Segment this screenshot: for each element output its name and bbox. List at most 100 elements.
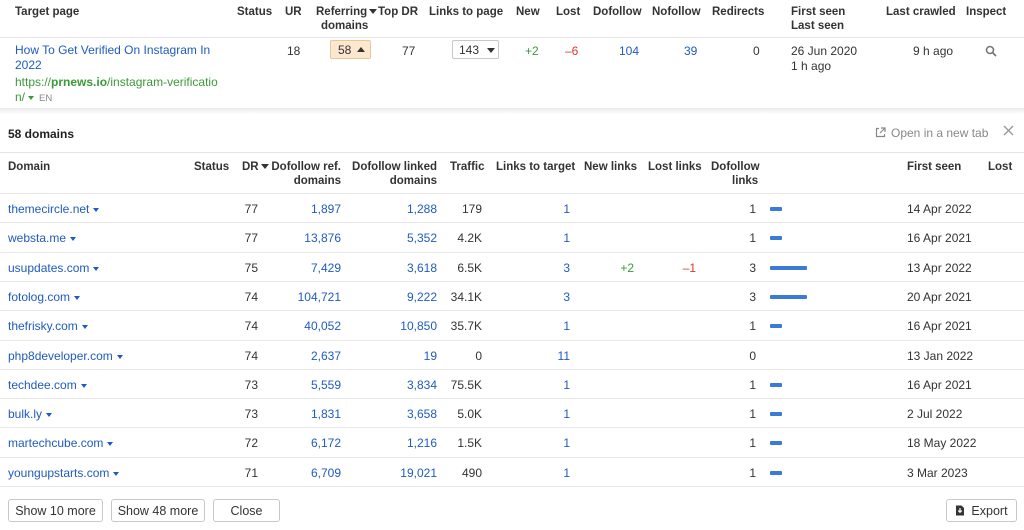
lost-links-value[interactable]: –1 [660, 261, 696, 275]
dofollow-linked-domains-value[interactable]: 10,850 [377, 319, 437, 333]
dofollow-linked-domains-value[interactable]: 9,222 [377, 290, 437, 304]
header-dofollow-links[interactable]: Dofollow links [711, 160, 760, 188]
domain-name: thefrisky.com [8, 319, 78, 333]
links-to-target-value[interactable]: 1 [540, 319, 570, 333]
dofollow-linked-domains-value[interactable]: 1,216 [377, 436, 437, 450]
dofollow-ref-domains-value[interactable]: 104,721 [280, 290, 341, 304]
header-top-dr[interactable]: Top DR [378, 5, 418, 19]
domain-dropdown-icon[interactable] [46, 412, 53, 417]
url-dropdown-icon[interactable] [28, 95, 35, 100]
domain-link[interactable]: thefrisky.com [8, 319, 88, 333]
dofollow-ref-domains-value[interactable]: 5,559 [280, 378, 341, 392]
show-10-more-button[interactable]: Show 10 more [8, 499, 103, 522]
header-new-links[interactable]: New links [584, 160, 637, 174]
divider [0, 152, 1024, 153]
dofollow-linked-domains-value[interactable]: 19,021 [377, 466, 437, 480]
dofollow-value[interactable]: 104 [619, 44, 639, 58]
domain-link[interactable]: websta.me [8, 231, 77, 245]
referring-domains-toggle[interactable]: 58 [330, 40, 371, 59]
header-links-to-page[interactable]: Links to page [429, 5, 503, 19]
links-to-target-value[interactable]: 1 [540, 436, 570, 450]
search-icon[interactable] [985, 45, 997, 60]
domain-link[interactable]: themecircle.net [8, 202, 100, 216]
domain-dropdown-icon[interactable] [93, 266, 100, 271]
header-dofollow-linked-domains[interactable]: Dofollow linked domains [347, 160, 437, 188]
links-to-target-value[interactable]: 11 [540, 349, 570, 363]
links-to-target-value[interactable]: 1 [540, 202, 570, 216]
dofollow-ref-domains-value[interactable]: 13,876 [280, 231, 341, 245]
domain-dropdown-icon[interactable] [93, 207, 100, 212]
dofollow-ref-domains-value[interactable]: 2,637 [280, 349, 341, 363]
header-ur[interactable]: UR [285, 5, 302, 19]
nofollow-value[interactable]: 39 [684, 44, 697, 58]
links-to-target-value[interactable]: 1 [540, 407, 570, 421]
header-status[interactable]: Status [237, 5, 272, 19]
dofollow-ref-domains-value[interactable]: 40,052 [280, 319, 341, 333]
close-icon[interactable] [1003, 124, 1014, 140]
links-to-page-select[interactable]: 143 [452, 40, 499, 59]
download-icon [956, 505, 965, 516]
domain-dropdown-icon[interactable] [81, 324, 88, 329]
header-domain[interactable]: Domain [8, 160, 50, 174]
links-to-target-value[interactable]: 1 [540, 378, 570, 392]
header-lost[interactable]: Lost [988, 160, 1012, 174]
header-target-page[interactable]: Target page [15, 5, 79, 19]
dofollow-links-value: 0 [749, 349, 756, 363]
dofollow-ref-domains-value[interactable]: 7,429 [280, 261, 341, 275]
dofollow-ref-domains-value[interactable]: 6,172 [280, 436, 341, 450]
domain-dropdown-icon[interactable] [107, 441, 114, 446]
domain-link[interactable]: youngupstarts.com [8, 466, 120, 480]
domain-link[interactable]: fotolog.com [8, 290, 81, 304]
links-to-target-value[interactable]: 3 [540, 290, 570, 304]
dofollow-linked-domains-value[interactable]: 3,834 [377, 378, 437, 392]
show-48-more-button[interactable]: Show 48 more [111, 499, 205, 522]
header-lost-links[interactable]: Lost links [648, 160, 702, 174]
header-redirects[interactable]: Redirects [712, 5, 764, 19]
header-lost[interactable]: Lost [556, 5, 580, 19]
header-first-last-seen[interactable]: First seen Last seen [791, 5, 845, 33]
dr-value: 75 [244, 261, 258, 275]
dofollow-ref-domains-value[interactable]: 1,897 [280, 202, 341, 216]
domain-link[interactable]: martechcube.com [8, 436, 114, 450]
open-new-tab-link[interactable]: Open in a new tab [875, 126, 988, 140]
header-links-to-target[interactable]: Links to target [496, 160, 575, 174]
domain-dropdown-icon[interactable] [113, 471, 120, 476]
dofollow-linked-domains-value[interactable]: 5,352 [377, 231, 437, 245]
header-new[interactable]: New [516, 5, 540, 19]
new-links-value[interactable]: +2 [525, 44, 539, 58]
last-seen-value: 1 h ago [791, 59, 832, 73]
target-page-title-link[interactable]: How To Get Verified On Instagram In 2022 [15, 43, 210, 73]
dofollow-links-value: 1 [749, 231, 756, 245]
export-button[interactable]: Export [946, 499, 1017, 522]
links-to-target-value[interactable]: 1 [540, 466, 570, 480]
target-page-url[interactable]: https://prnews.io/instagram-verificatio … [15, 75, 218, 106]
header-traffic[interactable]: Traffic [450, 160, 485, 174]
domain-link[interactable]: techdee.com [8, 378, 87, 392]
dofollow-ref-domains-value[interactable]: 1,831 [280, 407, 341, 421]
domain-dropdown-icon[interactable] [116, 354, 123, 359]
dofollow-linked-domains-value[interactable]: 19 [377, 349, 437, 363]
domain-link[interactable]: bulk.ly [8, 407, 53, 421]
links-to-target-value[interactable]: 1 [540, 231, 570, 245]
dofollow-ref-domains-value[interactable]: 6,709 [280, 466, 341, 480]
dofollow-linked-domains-value[interactable]: 1,288 [377, 202, 437, 216]
domain-link[interactable]: usupdates.com [8, 261, 100, 275]
domain-dropdown-icon[interactable] [74, 295, 81, 300]
url-prefix: https:// [15, 75, 52, 89]
dofollow-linked-domains-value[interactable]: 3,658 [377, 407, 437, 421]
header-referring-domains[interactable]: Referring domains [316, 5, 378, 33]
header-last-crawled[interactable]: Last crawled [886, 5, 956, 19]
domain-dropdown-icon[interactable] [80, 383, 87, 388]
header-first-seen[interactable]: First seen [907, 160, 961, 174]
header-status[interactable]: Status [194, 160, 229, 174]
close-button[interactable]: Close [213, 499, 280, 522]
new-links-value[interactable]: +2 [600, 261, 634, 275]
header-dofollow-ref-domains[interactable]: Dofollow ref. domains [264, 160, 341, 188]
domain-link[interactable]: php8developer.com [8, 349, 123, 363]
dofollow-linked-domains-value[interactable]: 3,618 [377, 261, 437, 275]
header-nofollow[interactable]: Nofollow [652, 5, 701, 19]
header-dofollow[interactable]: Dofollow [593, 5, 642, 19]
domain-dropdown-icon[interactable] [70, 236, 77, 241]
lost-links-value[interactable]: –6 [565, 44, 578, 58]
links-to-target-value[interactable]: 3 [540, 261, 570, 275]
